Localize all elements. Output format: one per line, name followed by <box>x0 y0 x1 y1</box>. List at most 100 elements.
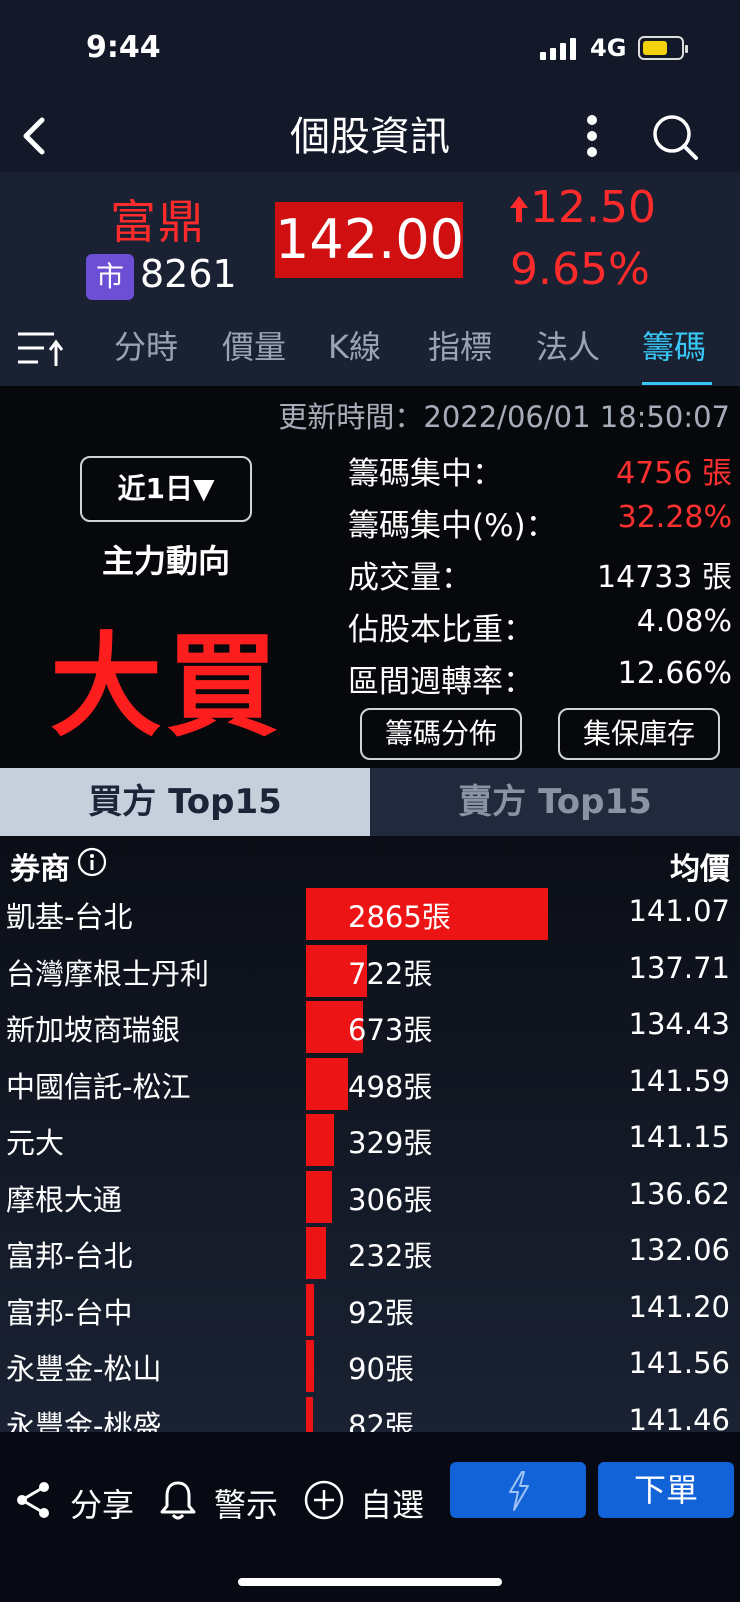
stat-label: 籌碼集中： <box>348 456 503 492</box>
broker-row[interactable]: 元大 329張 141.15 <box>0 1112 740 1168</box>
column-avg-price: 均價 <box>670 852 730 887</box>
chip-summary-panel: 更新時間：2022/06/01 18:50:07 近1日▼ 主力動向 大買 籌碼… <box>0 386 740 768</box>
broker-volume: 2865張 <box>348 900 451 934</box>
period-select-button[interactable]: 近1日▼ <box>80 456 252 522</box>
chip-distribution-button[interactable]: 籌碼分佈 <box>360 708 522 760</box>
tab-menu-button[interactable] <box>14 326 66 370</box>
signal-icon <box>540 38 576 60</box>
main-force-label: 主力動向 <box>101 542 230 580</box>
share-icon <box>17 1482 49 1518</box>
sort-menu-icon <box>18 332 64 366</box>
broker-name: 台灣摩根士丹利 <box>6 956 210 991</box>
battery-icon <box>638 36 688 60</box>
column-broker: 券商 <box>10 852 70 887</box>
broker-row[interactable]: 富邦-台北 232張 132.06 <box>0 1225 740 1281</box>
stock-name: 富鼎 <box>110 195 206 249</box>
broker-volume: 306張 <box>348 1182 433 1217</box>
tab-price-volume[interactable]: 價量 <box>222 322 286 368</box>
stat-concentration-percent: 籌碼集中(%)： 32.28% <box>348 500 732 544</box>
main-force-value: 大買 <box>50 622 282 752</box>
nav-bar: 個股資訊 <box>0 100 740 172</box>
volume-bar <box>306 1340 314 1392</box>
broker-name: 富邦-台中 <box>6 1295 133 1330</box>
stat-capital-ratio: 佔股本比重： 4.08% <box>348 604 732 648</box>
stat-concentration: 籌碼集中： 4756 張 <box>348 448 732 492</box>
bottom-toolbar: 分享 警示 自選 下單 <box>0 1432 740 1602</box>
tab-bar: 分時 價量 K線 指標 法人 籌碼 <box>0 308 740 386</box>
page-title: 個股資訊 <box>290 114 450 160</box>
broker-avg-price: 141.15 <box>628 1120 730 1154</box>
stat-value: 14733 張 <box>597 560 732 595</box>
custody-inventory-button[interactable]: 集保庫存 <box>558 708 720 760</box>
search-icon <box>653 115 698 160</box>
bell-icon <box>160 1481 196 1520</box>
broker-row[interactable]: 永豐金-桃盛 82張 141.46 <box>0 1395 740 1433</box>
broker-volume: 329張 <box>348 1126 433 1160</box>
volume-bar <box>306 1227 326 1279</box>
broker-avg-price: 141.20 <box>628 1289 730 1324</box>
broker-volume: 722張 <box>348 956 433 991</box>
broker-volume: 498張 <box>348 1069 433 1104</box>
volume-bar <box>306 1283 314 1336</box>
stock-code: 8261 <box>140 252 237 296</box>
share-button[interactable]: 分享 <box>12 1472 142 1528</box>
stat-label: 籌碼集中(%)： <box>348 508 557 544</box>
tab-kline[interactable]: K線 <box>328 322 381 368</box>
stat-turnover: 區間週轉率： 12.66% <box>348 656 732 700</box>
home-indicator[interactable] <box>238 1578 502 1586</box>
list-header: 券商 均價 <box>0 836 740 887</box>
place-order-button[interactable]: 下單 <box>598 1462 734 1518</box>
tab-institutional[interactable]: 法人 <box>536 322 600 368</box>
tab-buy-top15[interactable]: 買方 Top15 <box>0 768 370 836</box>
market-badge: 市 <box>86 254 134 300</box>
broker-name: 凱基-台北 <box>6 900 133 934</box>
broker-row[interactable]: 凱基-台北 2865張 141.07 <box>0 886 740 942</box>
network-label: 4G <box>590 34 627 62</box>
more-vertical-icon <box>587 115 597 157</box>
search-button[interactable] <box>646 108 706 164</box>
update-time: 更新時間：2022/06/01 18:50:07 <box>278 400 730 434</box>
broker-row[interactable]: 台灣摩根士丹利 722張 137.71 <box>0 943 740 999</box>
tab-time-sharing[interactable]: 分時 <box>114 322 178 368</box>
broker-avg-price: 137.71 <box>628 950 730 985</box>
broker-row[interactable]: 新加坡商瑞銀 673張 134.43 <box>0 999 740 1055</box>
broker-row[interactable]: 中國信託-松江 498張 141.59 <box>0 1056 740 1112</box>
stat-label: 區間週轉率： <box>348 664 534 700</box>
broker-row[interactable]: 永豐金-松山 90張 141.56 <box>0 1338 740 1394</box>
buy-sell-tabs: 買方 Top15 賣方 Top15 <box>0 768 740 836</box>
broker-name: 元大 <box>6 1126 65 1160</box>
tab-sell-top15[interactable]: 賣方 Top15 <box>370 768 740 836</box>
broker-list[interactable]: 券商 均價 凱基-台北 2865張 141.07 台灣摩根士丹利 722張 137.71 新… <box>0 836 740 1432</box>
watchlist-label: 自選 <box>360 1486 425 1524</box>
broker-name: 新加坡商瑞銀 <box>6 1013 181 1047</box>
plus-circle-icon <box>304 1480 344 1520</box>
info-icon[interactable] <box>76 846 108 878</box>
alert-button[interactable]: 警示 <box>156 1472 286 1528</box>
broker-volume: 232張 <box>348 1239 433 1273</box>
quick-order-button[interactable] <box>450 1462 586 1518</box>
more-button[interactable] <box>570 108 614 164</box>
broker-name: 永豐金-桃盛 <box>6 1408 162 1433</box>
stat-value: 12.66% <box>617 656 732 691</box>
broker-row[interactable]: 富邦-台中 92張 141.20 <box>0 1282 740 1338</box>
volume-bar <box>306 1396 313 1432</box>
arrow-up-icon <box>510 196 528 222</box>
stat-label: 佔股本比重： <box>348 612 534 648</box>
broker-avg-price: 141.56 <box>628 1346 730 1380</box>
volume-bar <box>306 1057 348 1110</box>
quote-header: 富鼎 市 8261 142.00 12.50 9.65% <box>0 172 740 308</box>
stat-label: 成交量： <box>348 560 472 596</box>
tab-indicators[interactable]: 指標 <box>428 322 492 368</box>
price-change: 12.50 <box>530 182 656 233</box>
broker-row[interactable]: 摩根大通 306張 136.62 <box>0 1169 740 1225</box>
lightning-icon <box>509 1471 529 1511</box>
broker-name: 永豐金-松山 <box>6 1352 162 1386</box>
broker-name: 摩根大通 <box>6 1182 123 1217</box>
add-watchlist-button[interactable]: 自選 <box>302 1472 432 1528</box>
stat-value: 4756 張 <box>616 456 732 491</box>
broker-volume: 673張 <box>348 1013 433 1047</box>
tab-chips[interactable]: 籌碼 <box>642 322 706 368</box>
broker-volume: 90張 <box>348 1352 414 1386</box>
broker-volume: 92張 <box>348 1295 414 1330</box>
volume-bar <box>306 1170 332 1223</box>
